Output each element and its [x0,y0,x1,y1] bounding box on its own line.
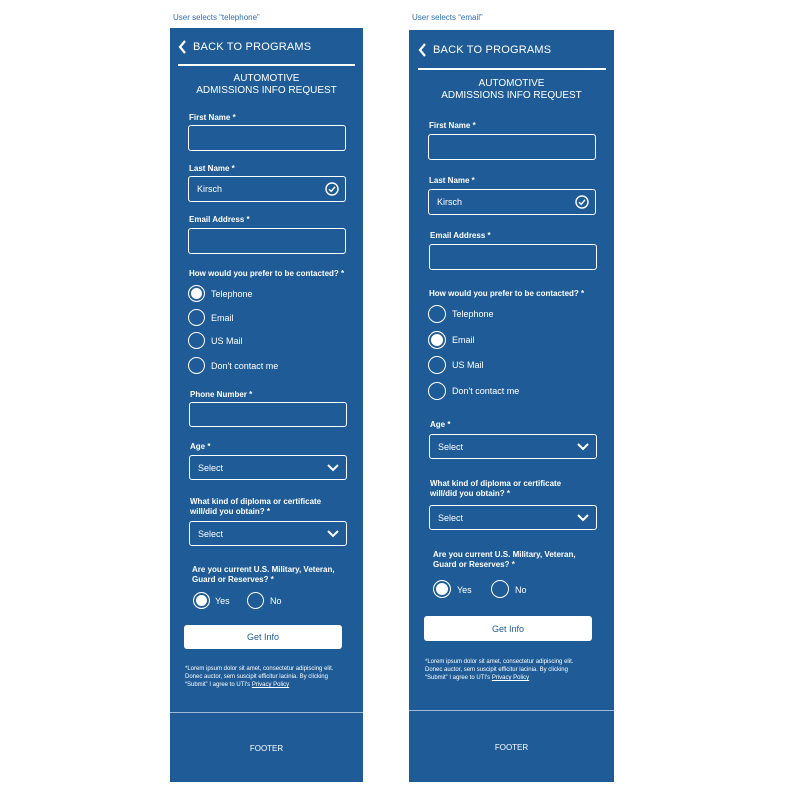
age-select-value: Select [198,462,224,473]
checkmark-circle-icon [575,195,589,209]
last-name-field[interactable]: Kirsch [428,189,596,215]
footer-divider [409,710,614,711]
header-divider [178,64,355,66]
age-select[interactable]: Select [429,434,597,459]
diploma-select-value: Select [438,512,464,523]
radio-us-mail-label: US Mail [211,336,243,346]
radio-military-no[interactable] [491,580,509,598]
email-label: Email Address * [189,215,250,224]
diploma-question: What kind of diploma or certificate will… [430,479,562,498]
radio-us-mail-label: US Mail [452,360,484,370]
email-field[interactable] [188,228,346,254]
last-name-label: Last Name * [429,176,475,185]
radio-military-no[interactable] [247,592,264,609]
contact-question: How would you prefer to be contacted? * [429,289,585,298]
form-panel-telephone: BACK TO PROGRAMS AUTOMOTIVE ADMISSIONS I… [170,28,363,782]
form-panel-email: BACK TO PROGRAMS AUTOMOTIVE ADMISSIONS I… [409,30,614,782]
radio-telephone[interactable] [188,285,205,302]
chevron-down-icon [327,463,339,471]
age-label: Age * [190,442,211,451]
legal-text: *Lorem ipsum dolor sit amet, consectetur… [185,666,334,688]
first-name-label: First Name * [429,121,476,130]
checkmark-circle-icon [325,182,339,196]
last-name-field[interactable]: Kirsch [188,176,346,202]
header-divider [418,68,606,70]
radio-email[interactable] [428,331,446,349]
diploma-question: What kind of diploma or certificate will… [190,497,322,516]
get-info-button[interactable]: Get Info [184,625,342,649]
military-question: Are you current U.S. Military, Veteran, … [192,565,335,584]
privacy-policy-link[interactable]: Privacy Policy [252,682,289,688]
footer-label: FOOTER [494,743,529,752]
last-name-value: Kirsch [437,197,463,207]
chevron-left-icon [178,40,186,54]
first-name-field[interactable] [428,134,596,160]
last-name-label: Last Name * [189,164,235,173]
last-name-value: Kirsch [197,184,223,194]
radio-military-yes-label: Yes [215,596,230,606]
radio-military-no-label: No [515,585,527,595]
diploma-select[interactable]: Select [189,521,347,546]
chevron-down-icon [327,529,339,537]
email-label: Email Address * [430,231,491,240]
form-title: AUTOMOTIVE ADMISSIONS INFO REQUEST [441,78,582,101]
radio-telephone-label: Telephone [211,289,253,299]
diploma-select-value: Select [198,528,224,539]
age-select-value: Select [438,441,464,452]
radio-military-no-label: No [270,596,282,606]
radio-email[interactable] [188,309,205,326]
back-label: BACK TO PROGRAMS [193,41,312,53]
age-label: Age * [430,420,451,429]
radio-dont-contact-label: Don't contact me [452,386,520,396]
legal-text: *Lorem ipsum dolor sit amet, consectetur… [425,659,574,681]
chevron-left-icon [418,43,426,57]
age-select[interactable]: Select [189,455,347,480]
first-name-field[interactable] [188,125,346,151]
radio-us-mail[interactable] [428,356,446,374]
contact-question: How would you prefer to be contacted? * [189,269,345,278]
form-title: AUTOMOTIVE ADMISSIONS INFO REQUEST [196,73,337,96]
back-label: BACK TO PROGRAMS [433,44,552,56]
radio-dont-contact-label: Don't contact me [211,361,279,371]
get-info-button[interactable]: Get Info [424,616,592,641]
radio-telephone-label: Telephone [452,309,494,319]
radio-military-yes-label: Yes [457,585,472,595]
caption-right: User selects “email” [412,13,483,22]
email-field[interactable] [429,244,597,270]
footer-label: FOOTER [249,744,284,753]
radio-military-yes[interactable] [193,592,210,609]
radio-email-label: Email [211,313,234,323]
first-name-label: First Name * [189,113,236,122]
diploma-select[interactable]: Select [429,505,597,530]
radio-dont-contact[interactable] [428,382,446,400]
phone-label: Phone Number * [190,390,253,399]
radio-email-label: Email [452,335,475,345]
caption-left: User selects “telephone” [173,13,260,22]
radio-telephone[interactable] [428,305,446,323]
radio-us-mail[interactable] [188,332,205,349]
footer-divider [170,712,363,713]
phone-field[interactable] [189,402,347,427]
back-to-programs-link[interactable]: BACK TO PROGRAMS [178,40,311,54]
radio-military-yes[interactable] [433,580,451,598]
chevron-down-icon [577,513,589,521]
radio-dont-contact[interactable] [188,357,205,374]
chevron-down-icon [577,442,589,450]
back-to-programs-link[interactable]: BACK TO PROGRAMS [418,43,551,57]
privacy-policy-link[interactable]: Privacy Policy [492,675,529,681]
military-question: Are you current U.S. Military, Veteran, … [433,550,576,569]
